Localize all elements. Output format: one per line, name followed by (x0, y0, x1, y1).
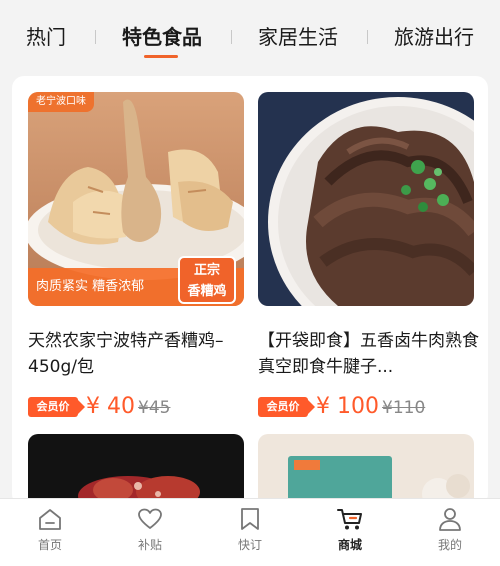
price-row: 会员价 ¥ 40 ¥45 (28, 392, 248, 422)
tab-hot[interactable]: 热门 (26, 22, 66, 52)
product-card[interactable]: 老宁波口味 肉质紧实 糟香浓郁 正宗 香糟鸡 天然农家宁波特产香糟鸡–450g/… (28, 92, 244, 432)
original-price: ¥110 (382, 398, 426, 418)
sausage-photo (28, 434, 244, 506)
product-title[interactable]: 天然农家宁波特产香糟鸡–450g/包 (28, 328, 250, 380)
nav-label: 快订 (237, 538, 262, 552)
price-row: 会员价 ¥ 100 ¥110 (258, 392, 478, 422)
braised-beef-photo (258, 92, 474, 306)
product-image[interactable]: 老宁波口味 肉质紧实 糟香浓郁 正宗 香糟鸡 (28, 92, 244, 306)
nav-profile[interactable]: 我的 (410, 505, 490, 561)
member-price: ¥ 40 (86, 394, 135, 419)
category-tabs: 热门 特色食品 家居生活 旅游出行 (0, 0, 500, 70)
tab-divider (367, 30, 368, 44)
tab-specialty-food[interactable]: 特色食品 (122, 22, 202, 52)
heart-icon (138, 508, 162, 529)
product-title[interactable]: 【开袋即食】五香卤牛肉熟食真空即食牛腱子... (258, 328, 480, 380)
member-price-badge: 会员价 (258, 397, 315, 417)
original-price: ¥45 (138, 398, 171, 418)
promo-band-text: 肉质紧实 糟香浓郁 (36, 279, 145, 294)
nav-quick-order[interactable]: 快订 (210, 505, 290, 561)
bookmark-icon (241, 508, 259, 530)
product-card[interactable] (258, 434, 474, 506)
authentic-badge: 正宗 香糟鸡 (178, 256, 236, 304)
home-icon (39, 509, 61, 530)
product-grid: 老宁波口味 肉质紧实 糟香浓郁 正宗 香糟鸡 天然农家宁波特产香糟鸡–450g/… (12, 76, 488, 506)
member-price: ¥ 100 (316, 394, 379, 419)
active-tab-indicator (144, 55, 178, 58)
product-card[interactable] (28, 434, 244, 506)
packaged-food-photo (258, 434, 474, 506)
nav-mall[interactable]: 商城 (310, 505, 390, 561)
nav-home[interactable]: 首页 (10, 505, 90, 561)
user-icon (439, 508, 461, 531)
badge-line-2: 香糟鸡 (187, 284, 227, 299)
bottom-nav: 首页 补贴 快订 商城 我的 (0, 498, 500, 566)
cart-icon (337, 509, 362, 530)
member-price-badge: 会员价 (28, 397, 85, 417)
tab-divider (95, 30, 96, 44)
nav-subsidy[interactable]: 补贴 (110, 505, 190, 561)
product-image[interactable] (28, 434, 244, 506)
tab-divider (231, 30, 232, 44)
product-image[interactable] (258, 434, 474, 506)
badge-line-1: 正宗 (193, 263, 220, 278)
nav-label: 我的 (437, 538, 462, 552)
product-card[interactable]: 【开袋即食】五香卤牛肉熟食真空即食牛腱子... 会员价 ¥ 100 ¥110 (258, 92, 479, 432)
nav-label: 首页 (37, 538, 62, 552)
nav-label: 补贴 (137, 538, 162, 552)
flavor-tag: 老宁波口味 (28, 92, 94, 112)
tab-home-living[interactable]: 家居生活 (258, 22, 338, 52)
product-image[interactable] (258, 92, 474, 306)
tab-travel[interactable]: 旅游出行 (394, 22, 474, 52)
nav-label: 商城 (337, 538, 362, 552)
